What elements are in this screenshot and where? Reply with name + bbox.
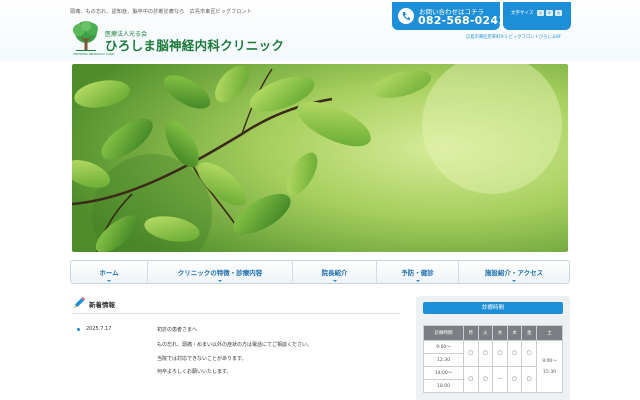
schedule-header-cell: 土 bbox=[536, 325, 563, 341]
schedule-time-start: 9:00〜 bbox=[423, 340, 464, 354]
schedule-header-cell: 水 bbox=[492, 325, 508, 341]
nav-item-home[interactable]: ホーム bbox=[71, 261, 148, 283]
schedule-cell: ◯ bbox=[463, 366, 479, 393]
news-line: 何卒よろしくお願いいたします。 bbox=[157, 369, 232, 375]
nav-item-features[interactable]: クリニックの特徴・診療内容 bbox=[148, 261, 293, 283]
nav-label: 施設紹介・アクセス bbox=[484, 269, 544, 277]
caret-down-icon bbox=[332, 280, 337, 282]
news-line: 当院では対応できないことがあります。 bbox=[157, 356, 247, 362]
font-size-medium-button[interactable]: 中 bbox=[546, 9, 553, 16]
schedule-time-start: 14:00〜 bbox=[423, 366, 464, 380]
site-tagline: 頭痛、もの忘れ、認知症、脳卒中の診断診療なら 広島市東区ビッグフロント bbox=[70, 9, 253, 15]
schedule-sat-cell: 9:00〜 15:30 bbox=[536, 340, 563, 393]
schedule-header-cell: 火 bbox=[477, 325, 494, 341]
news-header: 新着情報 bbox=[72, 296, 400, 314]
schedule-header-cell: 診療時間 bbox=[423, 325, 464, 341]
caret-down-icon bbox=[512, 280, 516, 282]
font-size-label: 文字サイズ bbox=[511, 11, 534, 16]
schedule-cell: — bbox=[492, 366, 508, 393]
nav-item-prevention[interactable]: 予防・健診 bbox=[377, 261, 459, 283]
news-line: もの忘れ、頭痛・めまい以外の症状の方は電話にてご相談ください。 bbox=[157, 342, 313, 348]
font-size-switcher: 文字サイズ 小 中 大 bbox=[503, 2, 571, 30]
schedule-cell: ◯ bbox=[521, 366, 537, 393]
nav-item-director[interactable]: 院長紹介 bbox=[293, 261, 377, 283]
schedule-cell: ◯ bbox=[492, 340, 508, 367]
schedule-time-end: 12:30 bbox=[423, 353, 464, 367]
logo-english-name: HIROSHIMA NEUROLOGY CLINIC bbox=[73, 53, 115, 56]
news-line: 初診の患者さまへ bbox=[157, 327, 198, 333]
schedule-cell: ◯ bbox=[506, 366, 523, 393]
nav-label: 院長紹介 bbox=[321, 269, 348, 277]
contact-phone-button[interactable]: お問い合わせはコチラ 082-568-0241 bbox=[392, 2, 506, 30]
schedule-header-row: 診療時間 月 火 水 木 金 土 bbox=[423, 325, 563, 341]
nav-item-access[interactable]: 施設紹介・アクセス bbox=[459, 261, 569, 283]
font-size-large-button[interactable]: 大 bbox=[555, 9, 562, 16]
schedule-cell: ◯ bbox=[521, 340, 537, 367]
phone-icon bbox=[398, 8, 414, 24]
clinic-logo-tree-icon[interactable] bbox=[70, 20, 102, 56]
schedule-header-cell: 月 bbox=[463, 325, 479, 341]
schedule-row: 9:00〜 ◯ ◯ ◯ ◯ ◯ 9:00〜 15:30 bbox=[423, 340, 563, 393]
caret-down-icon bbox=[415, 280, 420, 282]
pencil-icon bbox=[74, 296, 86, 308]
schedule-table: 診療時間 月 火 水 木 金 土 9:00〜 ◯ ◯ ◯ ◯ ◯ 9:00〜 1… bbox=[423, 325, 563, 393]
schedule-cell: ◯ bbox=[506, 340, 523, 367]
schedule-cell: ◯ bbox=[477, 366, 494, 393]
font-size-small-button[interactable]: 小 bbox=[537, 9, 544, 16]
schedule-sat-end: 15:30 bbox=[543, 370, 556, 375]
hero-leaves-image bbox=[72, 64, 568, 252]
schedule-header-cell: 金 bbox=[521, 325, 537, 341]
phone-number[interactable]: 082-568-0241 bbox=[418, 14, 506, 27]
schedule-header-cell: 木 bbox=[506, 325, 523, 341]
schedule-cell: ◯ bbox=[477, 340, 494, 367]
global-nav: ホーム クリニックの特徴・診療内容 院長紹介 予防・健診 施設紹介・アクセス bbox=[70, 260, 570, 284]
nav-label: ホーム bbox=[99, 269, 119, 277]
news-date: 2025.7.17 bbox=[86, 326, 112, 332]
clinic-name[interactable]: ひろしま脳神経内科クリニック bbox=[105, 35, 284, 54]
clinic-address: 広島市東区若草町9-1 ビッグフロントひろしま8F bbox=[466, 35, 562, 40]
schedule-time-end: 18:00 bbox=[423, 379, 464, 393]
nav-label: 予防・健診 bbox=[401, 269, 434, 277]
schedule-title: 診療時間 bbox=[423, 302, 563, 314]
caret-down-icon bbox=[218, 280, 222, 282]
news-title: 新着情報 bbox=[89, 301, 115, 309]
nav-label: クリニックの特徴・診療内容 bbox=[177, 269, 263, 277]
caret-down-icon bbox=[107, 280, 111, 282]
schedule-cell: ◯ bbox=[463, 340, 479, 367]
news-bullet-icon bbox=[77, 328, 80, 331]
